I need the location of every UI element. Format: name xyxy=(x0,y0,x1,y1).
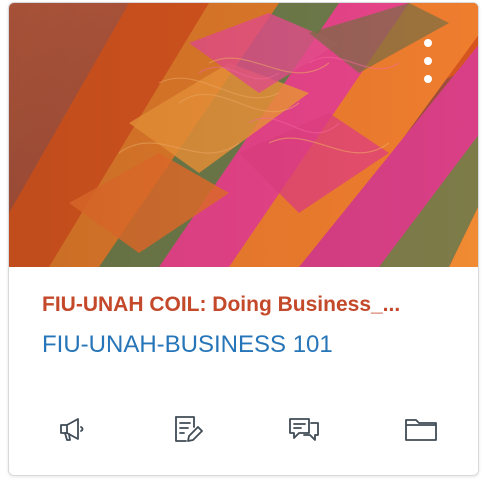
dot xyxy=(424,39,432,47)
woven-textile-image xyxy=(9,3,478,267)
course-card[interactable]: FIU-UNAH COIL: Doing Business_... FIU-UN… xyxy=(8,2,479,476)
folder-icon xyxy=(405,419,437,441)
discussion-icon xyxy=(289,418,319,441)
course-title[interactable]: FIU-UNAH COIL: Doing Business_... xyxy=(42,293,452,317)
dot xyxy=(424,75,432,83)
discussions-button[interactable] xyxy=(282,407,326,451)
course-card-image[interactable] xyxy=(9,3,478,267)
course-options-button[interactable] xyxy=(416,39,440,83)
assignments-button[interactable] xyxy=(166,407,210,451)
course-card-actions xyxy=(9,407,478,457)
assignment-edit-icon xyxy=(175,416,203,442)
dot xyxy=(424,57,432,65)
course-code[interactable]: FIU-UNAH-BUSINESS 101 xyxy=(42,331,462,359)
announcements-button[interactable] xyxy=(52,407,96,451)
files-button[interactable] xyxy=(399,407,443,451)
megaphone-icon xyxy=(60,418,84,441)
